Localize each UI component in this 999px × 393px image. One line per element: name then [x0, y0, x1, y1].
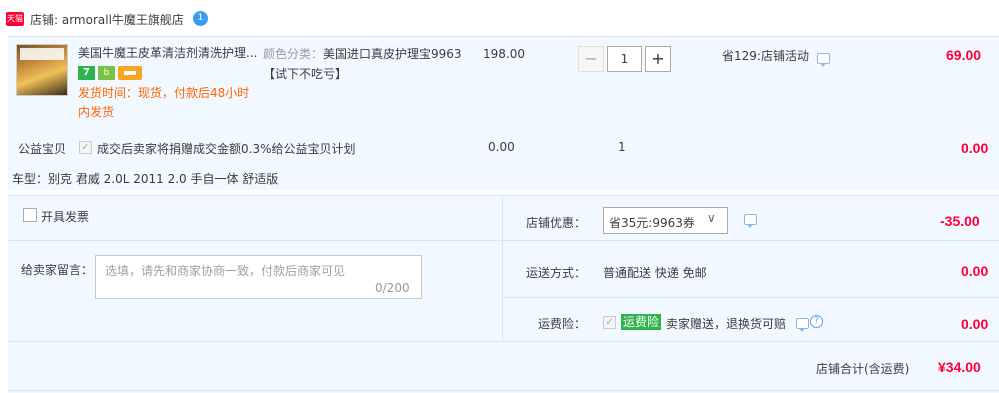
product-thumbnail-label: [20, 48, 64, 60]
row-divider: [503, 240, 999, 241]
delivery-time-text: 发货时间：现货，付款后48小时内发货: [78, 86, 250, 119]
row-divider: [8, 240, 502, 241]
charity-subtotal: 0.00: [961, 140, 989, 156]
quantity-increase-button[interactable]: +: [645, 46, 671, 72]
seller-message-char-count: 0/200: [375, 281, 410, 295]
product-sku: 颜色分类：美国进口真皮护理宝9963【试下不吃亏】: [263, 44, 473, 84]
shipping-amount: 0.00: [961, 263, 989, 279]
shipping-insurance-amount: 0.00: [961, 316, 989, 332]
shipping-insurance-label: 运费险：: [538, 317, 587, 331]
sku-label: 颜色分类：: [263, 47, 324, 61]
shipping-insurance-badge: 运费险: [621, 314, 662, 330]
shipping-insurance-checkbox[interactable]: ✓: [603, 316, 616, 329]
charity-checkbox[interactable]: ✓: [79, 141, 92, 154]
promotion-text: 省129:店铺活动: [722, 49, 809, 63]
chevron-down-icon[interactable]: ∨: [707, 211, 716, 225]
tmall-badge-icon: 天猫: [6, 12, 24, 26]
invoice-checkbox[interactable]: [23, 208, 37, 222]
service-badge-icon: b: [98, 66, 115, 80]
seven-day-return-icon: 7: [78, 66, 95, 80]
product-thumbnail[interactable]: [16, 44, 68, 96]
product-title-link[interactable]: 美国牛魔王皮革清洁剂清洗护理...: [78, 44, 258, 61]
shipping-method-value: 普通配送 快递 免邮: [603, 266, 707, 280]
item-subtotal: 69.00: [946, 47, 982, 63]
quantity-input[interactable]: 1: [607, 46, 642, 72]
shipping-insurance-text: 卖家赠送，退换货可赔: [666, 317, 787, 331]
car-model-text: 车型：别克 君威 2.0L 2011 2.0 手自一体 舒适版: [12, 172, 279, 186]
shop-name-link[interactable]: 店铺: armorall牛魔王旗舰店: [30, 11, 184, 28]
row-divider: [8, 341, 999, 342]
credit-card-icon: [118, 66, 142, 80]
promotion-info-icon[interactable]: [817, 53, 830, 67]
invoice-label[interactable]: 开具发票: [41, 208, 89, 225]
charity-price: 0.00: [488, 140, 515, 154]
seller-message-label: 给卖家留言：: [21, 263, 94, 277]
shop-coupon-label: 店铺优惠：: [526, 216, 587, 230]
coupon-amount: -35.00: [940, 213, 980, 229]
seller-message-placeholder: 选填，请先和商家协商一致，付款后商家可见: [105, 264, 346, 278]
shipping-method-label: 运送方式：: [526, 266, 587, 280]
help-icon[interactable]: ?: [810, 315, 823, 328]
row-divider: [503, 297, 999, 298]
shop-total-amount: ¥34.00: [938, 359, 981, 375]
column-divider: [502, 196, 503, 341]
charity-quantity: 1: [618, 140, 626, 154]
charity-label: 公益宝贝: [18, 142, 67, 156]
wangwang-chat-icon[interactable]: 1: [193, 11, 208, 26]
row-divider: [8, 390, 999, 391]
quantity-decrease-button[interactable]: −: [578, 46, 604, 72]
unit-price: 198.00: [483, 47, 525, 61]
coupon-info-icon[interactable]: [744, 214, 757, 228]
charity-description: 成交后卖家将捐赠成交金额0.3%给公益宝贝计划: [97, 142, 356, 156]
shop-total-label: 店铺合计(含运费): [816, 362, 910, 376]
shop-coupon-selected[interactable]: 省35元:9963券: [609, 214, 695, 231]
insurance-info-icon[interactable]: [796, 318, 809, 332]
